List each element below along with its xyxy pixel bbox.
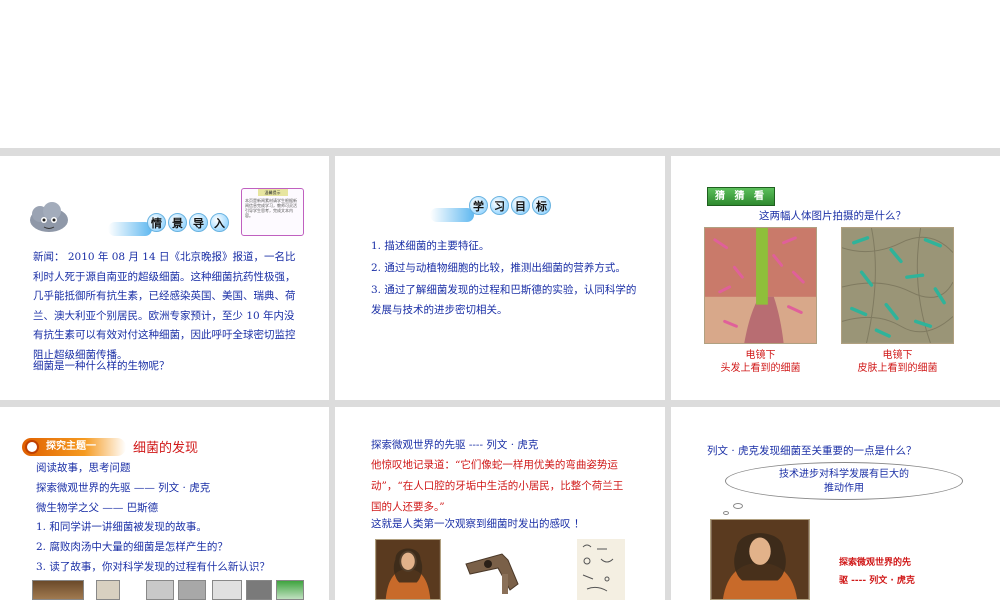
caption-hair-2: 头发上看到的细菌 <box>720 363 801 374</box>
figure-thumb <box>146 580 174 600</box>
pioneer-line: 探索微观世界的先驱 —— 列文 · 虎克 <box>36 482 211 494</box>
question-3: 3. 读了故事，你对科学发现的过程有什么新认识？ <box>36 561 270 573</box>
banner-ribbon <box>108 222 152 236</box>
tip-title: 温馨提示 <box>257 189 288 196</box>
section-banner-goals: 学 习 目 标 <box>469 196 553 215</box>
banner-char: 目 <box>511 196 530 215</box>
slide3-question: 这两幅人体图片拍摄的是什么？ <box>759 210 906 222</box>
sketch-image <box>577 539 625 600</box>
figure-thumb <box>246 580 272 600</box>
bubble-line-2: 推动作用 <box>824 483 864 494</box>
tip-text: 本页是新闻素材请学生根据新闻信息完成学习，教师可灵活引导学生思考，完成文本内容。 <box>245 198 297 218</box>
slide-thumbnail-5[interactable]: 探索微观世界的先驱 ---- 列文 · 虎克 他惊叹地记录道：“它们像蛇一样用优… <box>335 407 665 600</box>
hooke-portrait-image <box>710 519 810 600</box>
thought-bubble: 技术进步对科学发展有巨大的 推动作用 <box>725 462 963 500</box>
goal-1: 1. 描述细菌的主要特征。 <box>371 240 490 252</box>
portrait-thumb <box>32 580 84 600</box>
news-paragraph: 新闻： 2010 年 08 月 14 日《北京晚报》报道，一名比利时人死于源自南… <box>33 251 296 361</box>
caption-hair-1: 电镜下 <box>745 350 776 361</box>
hooke-portrait-image <box>375 539 441 600</box>
slide-thumbnail-1[interactable]: 情 景 导 入 温馨提示 本页是新闻素材请学生根据新闻信息完成学习，教师可灵活引… <box>0 156 329 400</box>
key-point-question: 列文 · 虎克发现细菌至关重要的一点是什么？ <box>707 445 917 457</box>
pioneer-caption-1: 探索微观世界的先 <box>839 558 912 568</box>
caption-skin-2: 皮肤上看到的细菌 <box>857 363 938 374</box>
question-1: 1. 和同学讲一讲细菌被发现的故事。 <box>36 521 207 533</box>
banner-char: 情 <box>147 213 166 232</box>
instrument-thumb <box>96 580 120 600</box>
slide-thumbnail-3[interactable]: 猜 猜 看 这两幅人体图片拍摄的是什么？ 电镜下 头发上看到的细菌 电镜下 皮肤… <box>671 156 1000 400</box>
goal-2: 2. 通过与动植物细胞的比较，推测出细菌的营养方式。 <box>371 262 626 274</box>
topic-tag: 探究主题一 <box>22 438 126 456</box>
read-instruction: 阅读故事，思考问题 <box>36 462 131 474</box>
hooke-quote: 他惊叹地记录道：“它们像蛇一样用优美的弯曲姿势运动”，“在人口腔的牙垢中生活的小… <box>371 459 624 513</box>
banner-char: 标 <box>532 196 551 215</box>
pioneer-caption-2: 驱 ---- 列文 · 虎克 <box>839 576 915 586</box>
guess-tag: 猜 猜 看 <box>707 187 775 206</box>
microscope-image <box>465 553 519 594</box>
slide-thumbnail-2[interactable]: 学 习 目 标 1. 描述细菌的主要特征。 2. 通过与动植物细胞的比较，推测出… <box>335 156 665 400</box>
pioneer-title: 探索微观世界的先驱 ---- 列文 · 虎克 <box>371 439 539 451</box>
skin-bacteria-image <box>841 227 954 344</box>
figure-thumb <box>276 580 304 600</box>
hair-bacteria-image <box>704 227 817 344</box>
first-observation-note: 这就是人类第一次观察到细菌时发出的感叹 ！ <box>371 518 585 530</box>
cloud-mascot-icon <box>30 202 68 232</box>
figure-thumb <box>212 580 242 600</box>
slide-thumbnail-4[interactable]: 探究主题一 细菌的发现 阅读故事，思考问题 探索微观世界的先驱 —— 列文 · … <box>0 407 329 600</box>
slide-thumbnail-6[interactable]: 列文 · 虎克发现细菌至关重要的一点是什么？ 技术进步对科学发展有巨大的 推动作… <box>671 407 1000 600</box>
topic-tag-label: 探究主题一 <box>46 441 96 452</box>
pasteur-line: 微生物学之父 —— 巴斯德 <box>36 502 159 514</box>
banner-char: 习 <box>490 196 509 215</box>
thought-bubble-dot <box>723 511 729 515</box>
topic-dot-icon <box>25 440 39 454</box>
goal-3: 3. 通过了解细菌发现的过程和巴斯德的实验，认同科学的发展与技术的进步密切相关。 <box>371 284 637 316</box>
figure-thumb <box>178 580 206 600</box>
banner-ribbon <box>430 208 474 222</box>
banner-char: 学 <box>469 196 488 215</box>
section-banner-intro: 情 景 导 入 <box>147 213 231 232</box>
intro-question: 细菌是一种什么样的生物呢？ <box>33 360 170 372</box>
thought-bubble-dot <box>733 503 743 509</box>
topic-title: 细菌的发现 <box>133 441 199 456</box>
caption-skin-1: 电镜下 <box>882 350 913 361</box>
banner-char: 入 <box>210 213 229 232</box>
bubble-line-1: 技术进步对科学发展有巨大的 <box>779 469 909 480</box>
banner-char: 导 <box>189 213 208 232</box>
banner-char: 景 <box>168 213 187 232</box>
question-2: 2. 腐败肉汤中大量的细菌是怎样产生的？ <box>36 541 228 553</box>
tip-box: 温馨提示 本页是新闻素材请学生根据新闻信息完成学习，教师可灵活引导学生思考，完成… <box>241 188 304 236</box>
